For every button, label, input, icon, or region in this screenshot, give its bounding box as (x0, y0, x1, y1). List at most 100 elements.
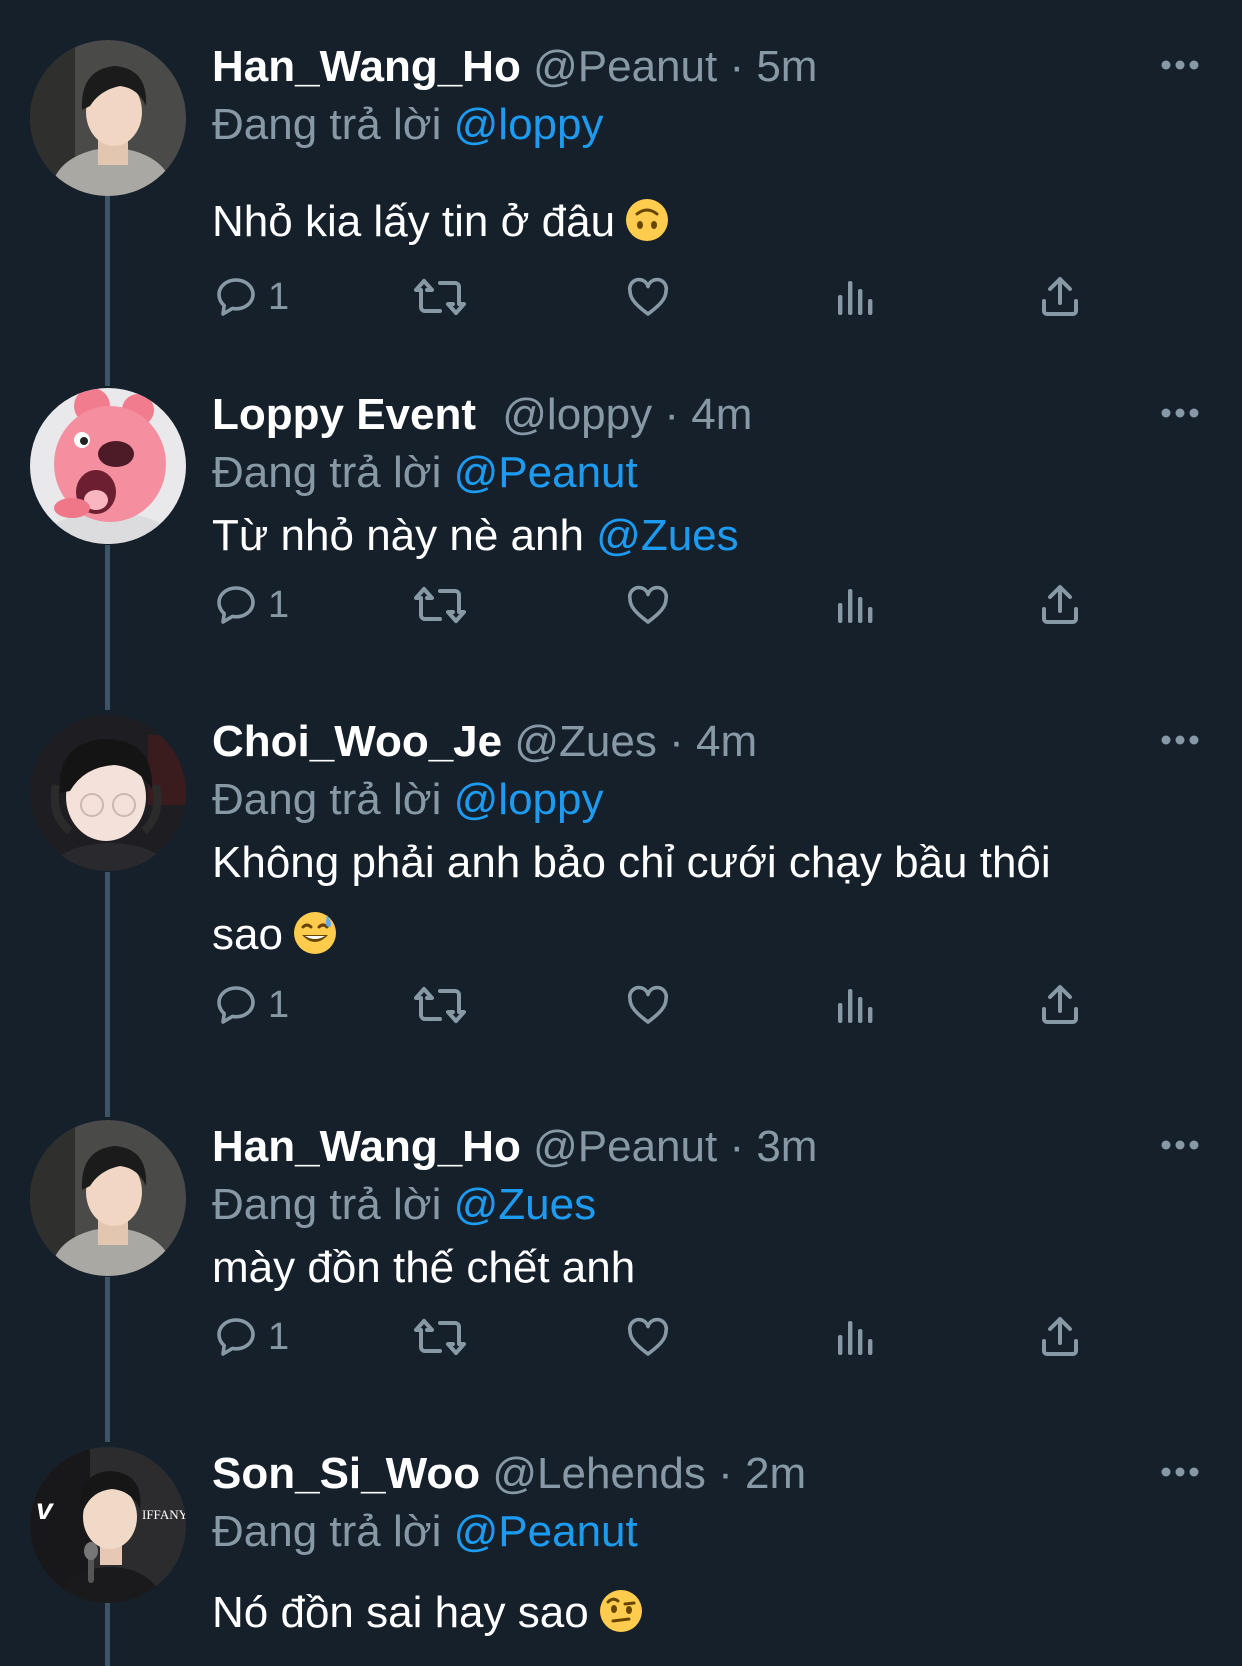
username[interactable]: @loppy (502, 390, 652, 439)
display-name[interactable]: Son_Si_Woo (212, 1449, 480, 1498)
username[interactable]: @Peanut (533, 42, 717, 91)
tweet[interactable]: Choi_Woo_Je @Zues · 4m Đang trả lời @lop… (0, 715, 1242, 1095)
avatar[interactable] (30, 40, 186, 196)
tweet-header: Loppy Event @loppy · 4m (212, 390, 752, 440)
replying-mention[interactable]: @loppy (454, 775, 604, 824)
replying-label: Đang trả lời (212, 100, 442, 149)
username[interactable]: @Peanut (533, 1122, 717, 1171)
retweet-button[interactable] (412, 272, 468, 322)
username[interactable]: @Lehends (492, 1449, 706, 1498)
retweet-button[interactable] (412, 980, 468, 1030)
separator-dot: · (729, 42, 745, 91)
avatar[interactable]: v IFFANY (30, 1447, 186, 1603)
heart-icon (624, 581, 672, 629)
display-name[interactable]: Choi_Woo_Je (212, 717, 502, 766)
reply-button[interactable]: 1 (212, 580, 289, 630)
reply-bubble-icon (212, 1313, 260, 1361)
share-upload-icon (1036, 581, 1084, 629)
replying-label: Đang trả lời (212, 1180, 442, 1229)
reply-button[interactable]: 1 (212, 980, 289, 1030)
separator-dot: · (669, 717, 684, 766)
replying-to: Đang trả lời @Peanut (212, 1507, 638, 1557)
tweet-text-content: Không phải anh bảo chỉ cưới chạy bầu thô… (212, 838, 1051, 887)
like-button[interactable] (624, 980, 672, 1030)
avatar[interactable] (30, 715, 186, 871)
tweet[interactable]: Han_Wang_Ho @Peanut · 5m Đang trả lời @l… (0, 40, 1242, 360)
heart-icon (624, 981, 672, 1029)
display-name[interactable]: Han_Wang_Ho (212, 42, 521, 91)
replying-mention[interactable]: @Zues (454, 1180, 596, 1229)
raised-eyebrow-emoji (599, 1583, 643, 1632)
more-horizontal-icon[interactable] (1160, 58, 1200, 72)
retweet-icon (412, 1313, 468, 1361)
tweet-text-line2: sao (212, 910, 283, 959)
reply-count: 1 (268, 983, 290, 1026)
tweet-text-content: mày đồn thế chết anh (212, 1243, 636, 1292)
retweet-button[interactable] (412, 580, 468, 630)
views-button[interactable] (830, 580, 878, 630)
avatar[interactable] (30, 1120, 186, 1276)
tweet[interactable]: v IFFANY Son_Si_Woo @Lehends · 2m Đang t… (0, 1447, 1242, 1666)
replying-label: Đang trả lời (212, 1507, 442, 1556)
text-mention[interactable]: @Zues (596, 511, 738, 560)
reply-thread: Han_Wang_Ho @Peanut · 5m Đang trả lời @l… (0, 0, 1242, 1666)
tweet-header: Son_Si_Woo @Lehends · 2m (212, 1449, 806, 1499)
more-horizontal-icon[interactable] (1160, 1465, 1200, 1479)
tweet-text: Không phải anh bảo chỉ cưới chạy bầu thô… (212, 827, 1172, 971)
reply-bubble-icon (212, 981, 260, 1029)
share-button[interactable] (1036, 272, 1084, 322)
replying-label: Đang trả lời (212, 448, 442, 497)
share-button[interactable] (1036, 580, 1084, 630)
heart-icon (624, 273, 672, 321)
reply-button[interactable]: 1 (212, 272, 289, 322)
heart-icon (624, 1313, 672, 1361)
like-button[interactable] (624, 1312, 672, 1362)
display-name[interactable]: Han_Wang_Ho (212, 1122, 521, 1171)
reply-bubble-icon (212, 581, 260, 629)
retweet-icon (412, 581, 468, 629)
replying-label: Đang trả lời (212, 775, 442, 824)
tweet-text: mày đồn thế chết anh (212, 1232, 1172, 1304)
timestamp[interactable]: 2m (745, 1449, 806, 1498)
timestamp[interactable]: 4m (696, 717, 757, 766)
replying-to: Đang trả lời @Zues (212, 1180, 596, 1230)
like-button[interactable] (624, 272, 672, 322)
more-horizontal-icon[interactable] (1160, 733, 1200, 747)
tweet-actions: 1 (212, 580, 1112, 630)
reply-count: 1 (268, 583, 290, 626)
retweet-icon (412, 981, 468, 1029)
tweet-text-content: Nhỏ kia lấy tin ở đâu (212, 197, 616, 246)
tweet-header: Han_Wang_Ho @Peanut · 3m (212, 1122, 817, 1172)
analytics-bars-icon (830, 1313, 878, 1361)
reply-count: 1 (268, 275, 290, 318)
timestamp[interactable]: 4m (691, 390, 752, 439)
share-button[interactable] (1036, 1312, 1084, 1362)
display-name[interactable]: Loppy Event (212, 390, 476, 439)
tweet[interactable]: Loppy Event @loppy · 4m Đang trả lời @Pe… (0, 388, 1242, 688)
timestamp[interactable]: 3m (756, 1122, 817, 1171)
share-upload-icon (1036, 273, 1084, 321)
more-horizontal-icon[interactable] (1160, 406, 1200, 420)
username[interactable]: @Zues (514, 717, 656, 766)
replying-to: Đang trả lời @Peanut (212, 448, 638, 498)
views-button[interactable] (830, 1312, 878, 1362)
like-button[interactable] (624, 580, 672, 630)
retweet-icon (412, 273, 468, 321)
replying-mention[interactable]: @loppy (454, 100, 604, 149)
avatar[interactable] (30, 388, 186, 544)
tweet-text: Nhỏ kia lấy tin ở đâu (212, 186, 1172, 258)
retweet-button[interactable] (412, 1312, 468, 1362)
tweet[interactable]: Han_Wang_Ho @Peanut · 3m Đang trả lời @Z… (0, 1120, 1242, 1420)
more-horizontal-icon[interactable] (1160, 1138, 1200, 1152)
share-button[interactable] (1036, 980, 1084, 1030)
analytics-bars-icon (830, 981, 878, 1029)
replying-to: Đang trả lời @loppy (212, 100, 603, 150)
analytics-bars-icon (830, 273, 878, 321)
replying-mention[interactable]: @Peanut (454, 448, 638, 497)
views-button[interactable] (830, 272, 878, 322)
reply-button[interactable]: 1 (212, 1312, 289, 1362)
timestamp[interactable]: 5m (756, 42, 817, 91)
replying-mention[interactable]: @Peanut (454, 1507, 638, 1556)
views-button[interactable] (830, 980, 878, 1030)
upside-down-face-emoji (625, 192, 669, 241)
